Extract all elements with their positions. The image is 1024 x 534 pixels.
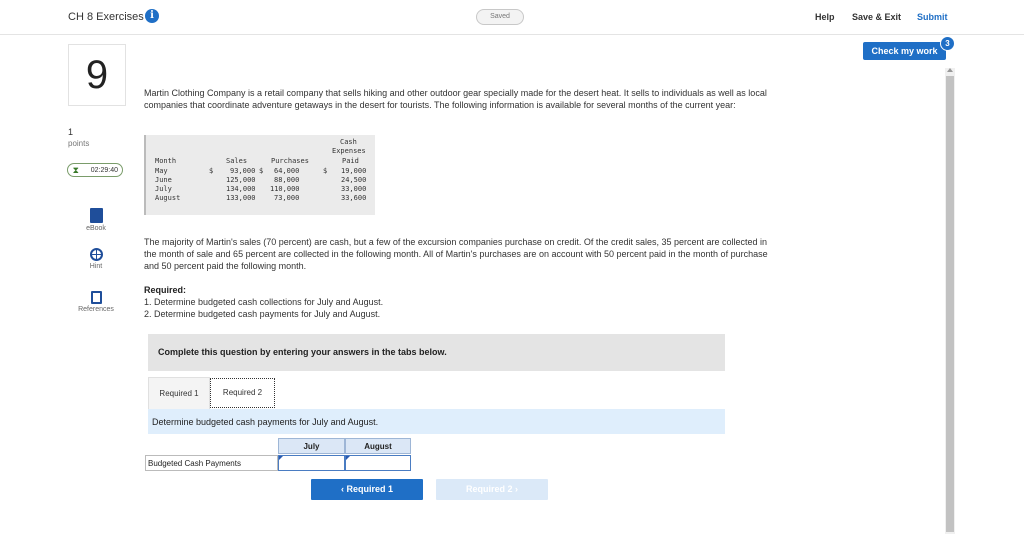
table-cell-paid: 24,500	[341, 176, 367, 184]
col-header-paid: Paid	[342, 157, 359, 165]
table-cell-month: August	[155, 194, 181, 202]
table-cell-paid: 33,600	[341, 194, 367, 202]
references-label: References	[78, 306, 114, 313]
question-number: 9	[68, 44, 126, 106]
instruction-box: Complete this question by entering your …	[148, 334, 725, 371]
assignment-title: CH 8 Exercises	[68, 11, 144, 23]
check-my-work-button[interactable]: Check my work	[863, 42, 946, 60]
table-cell-currency: $	[209, 167, 214, 175]
col-header-purchases: Purchases	[271, 157, 309, 165]
info-icon[interactable]: i	[145, 9, 159, 23]
question-intro: Martin Clothing Company is a retail comp…	[144, 88, 767, 110]
scroll-up-arrow-icon[interactable]	[947, 68, 953, 72]
table-cell-month: July	[155, 185, 172, 193]
table-cell-sales: 125,000	[226, 176, 256, 184]
question-details: The majority of Martin's sales (70 perce…	[144, 237, 768, 271]
timer-value: 02:29:40	[90, 167, 118, 174]
sales-data-table: Cash Expenses Month Sales Purchases Paid…	[144, 135, 375, 215]
saved-status-badge: Saved	[476, 9, 524, 25]
references-tool[interactable]: References	[68, 291, 124, 313]
ebook-label: eBook	[86, 225, 106, 232]
check-attempts-badge: 3	[940, 36, 955, 51]
table-cell-purchases: 73,000	[274, 194, 300, 202]
col-header-month: Month	[155, 157, 177, 165]
table-cell-sales: 93,000	[230, 167, 256, 175]
table-cell-purchases: 88,000	[274, 176, 300, 184]
next-required-2-button[interactable]: Required 2 ›	[436, 479, 548, 500]
col-header-july: July	[278, 438, 345, 454]
hourglass-icon: ⧗	[72, 165, 79, 175]
table-cell-paid: 33,000	[341, 185, 367, 193]
submit-link[interactable]: Submit	[917, 12, 948, 22]
table-cell-purchases: 64,000	[274, 167, 300, 175]
save-exit-link[interactable]: Save & Exit	[852, 12, 901, 22]
timer: ⧗ 02:29:40	[67, 163, 123, 177]
table-cell-month: June	[155, 176, 172, 184]
col-header-expenses: Expenses	[332, 147, 366, 155]
prev-required-1-button[interactable]: ‹ Required 1	[311, 479, 423, 500]
table-cell-purchases: 110,000	[270, 185, 300, 193]
scrollbar-thumb[interactable]	[946, 76, 954, 532]
col-header-cash: Cash	[340, 138, 357, 146]
help-link[interactable]: Help	[815, 12, 835, 22]
table-cell-currency: $	[323, 167, 328, 175]
hint-icon	[89, 248, 103, 261]
references-icon	[90, 291, 102, 304]
tab-prompt-text: Determine budgeted cash payments for Jul…	[152, 417, 379, 427]
required-item-1: 1. Determine budgeted cash collections f…	[144, 297, 384, 307]
instruction-text: Complete this question by entering your …	[158, 347, 447, 357]
table-cell-currency: $	[259, 167, 264, 175]
table-cell-sales: 133,000	[226, 194, 256, 202]
tab-required-2[interactable]: Required 2	[210, 378, 275, 408]
col-header-sales: Sales	[226, 157, 248, 165]
table-cell-month: May	[155, 167, 168, 175]
required-title: Required:	[144, 285, 187, 295]
top-bar: CH 8 Exercises i Saved Help Save & Exit …	[0, 0, 1024, 35]
required-item-2: 2. Determine budgeted cash payments for …	[144, 309, 381, 319]
july-payments-input[interactable]	[278, 455, 345, 471]
table-cell-paid: 19,000	[341, 167, 367, 175]
hint-tool[interactable]: Hint	[68, 248, 124, 270]
table-cell-sales: 134,000	[226, 185, 256, 193]
points-label: points	[68, 139, 90, 148]
points-value: 1	[68, 127, 74, 137]
august-payments-input[interactable]	[345, 455, 411, 471]
tab-required-1[interactable]: Required 1	[148, 377, 210, 409]
ebook-icon	[89, 208, 103, 223]
col-header-august: August	[345, 438, 411, 454]
hint-label: Hint	[89, 263, 103, 270]
ebook-tool[interactable]: eBook	[68, 208, 124, 232]
tab-prompt-bar: Determine budgeted cash payments for Jul…	[148, 409, 725, 434]
row-label-budgeted-cash-payments: Budgeted Cash Payments	[145, 455, 278, 471]
